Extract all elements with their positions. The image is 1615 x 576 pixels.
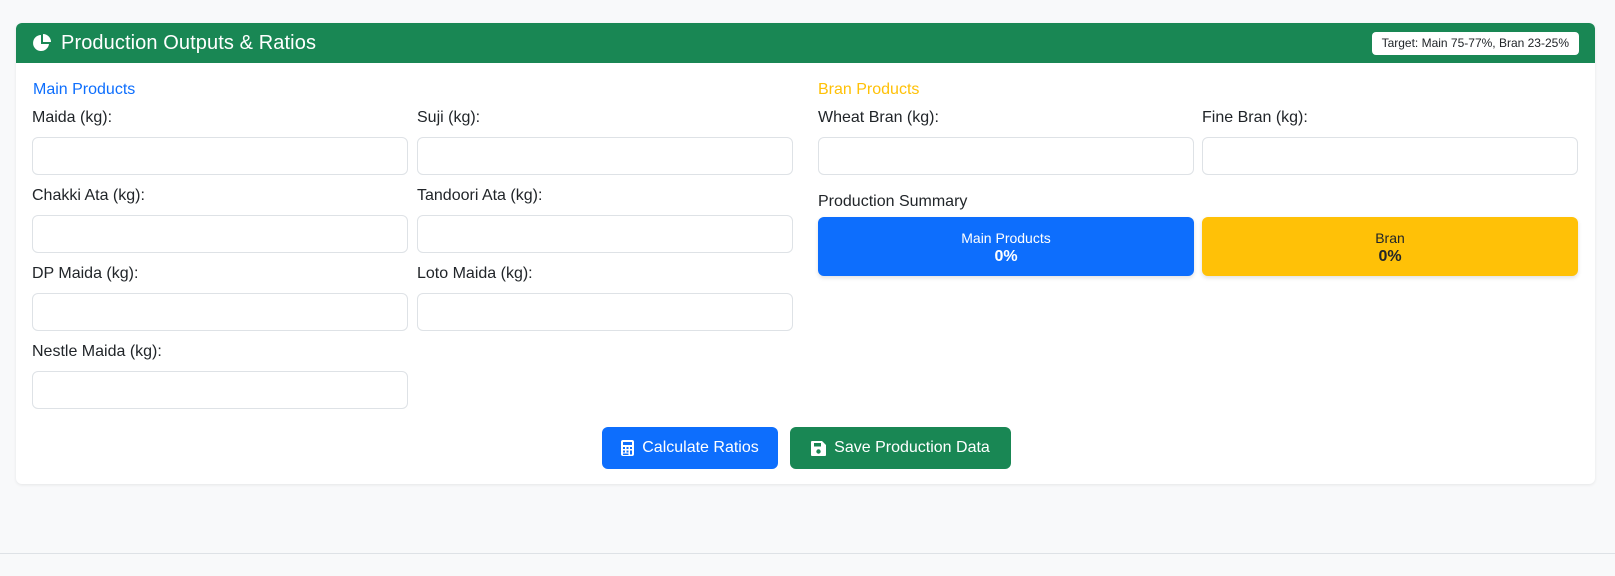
bran-summary-label: Bran [1375,230,1405,246]
dp-maida-label: DP Maida (kg): [32,265,139,282]
save-production-data-label: Save Production Data [834,439,990,456]
chakki-ata-input[interactable] [32,215,408,253]
main-products-title: Main Products [33,81,136,98]
main-products-summary-value: 0% [994,248,1018,265]
maida-label: Maida (kg): [32,109,113,126]
bran-summary: Bran 0% [1202,217,1578,276]
main-products-summary-label: Main Products [961,230,1051,246]
header-title-group: Production Outputs & Ratios [32,32,316,55]
bran-products-title: Bran Products [818,81,920,98]
suji-input[interactable] [417,137,793,175]
production-summary-title: Production Summary [818,193,968,210]
page-title: Production Outputs & Ratios [61,31,317,54]
bran-summary-value: 0% [1378,248,1402,265]
footer-divider [0,553,1615,554]
suji-label: Suji (kg): [417,109,481,126]
calculator-icon [621,440,635,456]
wheat-bran-input[interactable] [818,137,1194,175]
chakki-ata-label: Chakki Ata (kg): [32,187,145,204]
save-icon [811,440,827,456]
calculate-ratios-button[interactable]: Calculate Ratios [602,427,778,469]
main-products-summary: Main Products 0% [818,217,1194,276]
nestle-maida-input[interactable] [32,371,408,409]
pie-chart-icon [32,33,52,53]
tandoori-ata-input[interactable] [417,215,793,253]
dp-maida-input[interactable] [32,293,408,331]
wheat-bran-label: Wheat Bran (kg): [818,109,939,126]
calculate-ratios-label: Calculate Ratios [642,439,759,456]
production-card: Production Outputs & Ratios Target: Main… [16,23,1595,484]
fine-bran-input[interactable] [1202,137,1578,175]
tandoori-ata-label: Tandoori Ata (kg): [417,187,543,204]
maida-input[interactable] [32,137,408,175]
save-production-data-button[interactable]: Save Production Data [790,427,1011,469]
loto-maida-label: Loto Maida (kg): [417,265,533,282]
nestle-maida-label: Nestle Maida (kg): [32,343,162,360]
fine-bran-label: Fine Bran (kg): [1202,109,1308,126]
target-badge: Target: Main 75-77%, Bran 23-25% [1371,31,1579,55]
card-header: Production Outputs & Ratios Target: Main… [16,23,1595,63]
loto-maida-input[interactable] [417,293,793,331]
